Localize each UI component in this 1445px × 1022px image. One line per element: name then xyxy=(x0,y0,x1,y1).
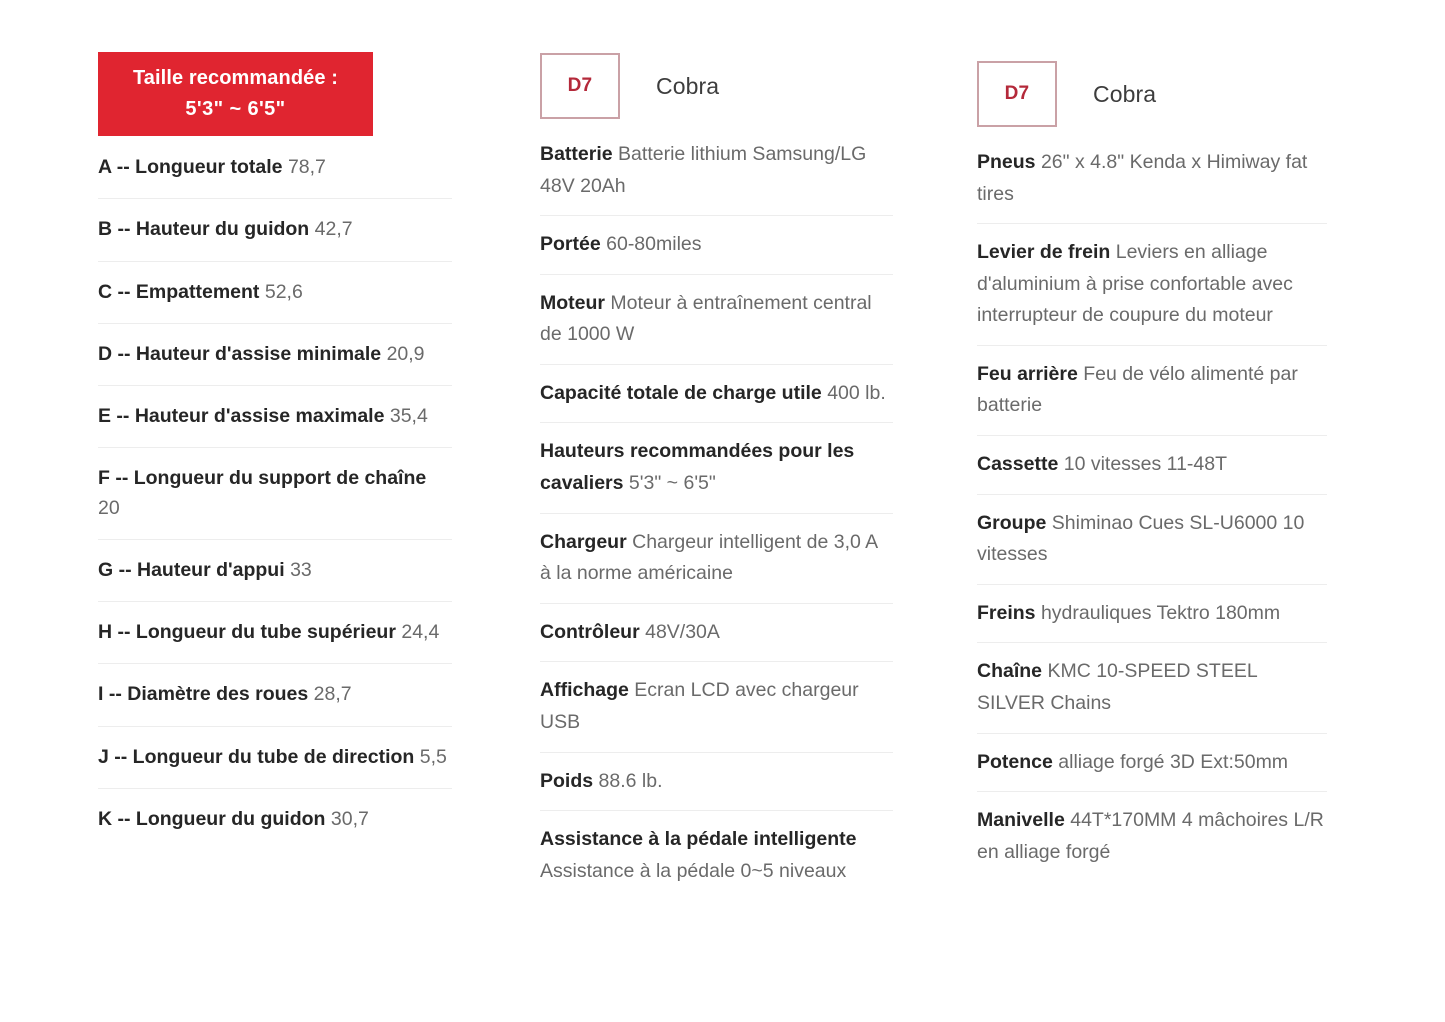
row-label: Chaîne xyxy=(977,660,1043,683)
row-label: Levier de frein xyxy=(977,241,1111,264)
row-value: alliage forgé 3D Ext:50mm xyxy=(1058,750,1289,773)
spec-list-b: Pneus 26" x 4.8" Kenda x Himiway fat tir… xyxy=(977,145,1327,881)
model-name: Cobra xyxy=(1093,80,1157,107)
table-row: Potence alliage forgé 3D Ext:50mm xyxy=(977,732,1327,792)
row-label: Groupe xyxy=(977,511,1047,534)
row-value: 10 vitesses 11-48T xyxy=(1063,453,1228,476)
model-badge-d7: D7 xyxy=(977,61,1057,127)
spec-column-b: D7 Cobra Pneus 26" x 4.8" Kenda x Himiwa… xyxy=(0,0,1327,881)
model-header-b: D7 Cobra xyxy=(977,61,1327,127)
spec-sheet-page: Taille recommandée : 5'3" ~ 6'5" A -- Lo… xyxy=(0,0,1445,1022)
table-row: Groupe Shiminao Cues SL-U6000 10 vitesse… xyxy=(977,493,1327,584)
row-label: Freins xyxy=(977,601,1036,624)
table-row: Feu arrière Feu de vélo alimenté par bat… xyxy=(977,344,1327,435)
table-row: Freins hydrauliques Tektro 180mm xyxy=(977,583,1327,643)
row-label: Manivelle xyxy=(977,809,1065,832)
spec-columns: Taille recommandée : 5'3" ~ 6'5" A -- Lo… xyxy=(0,0,1445,900)
table-row: Levier de frein Leviers en alliage d'alu… xyxy=(977,223,1327,345)
row-label: Feu arrière xyxy=(977,362,1078,385)
table-row: Manivelle 44T*170MM 4 mâchoires L/R en a… xyxy=(977,791,1327,881)
row-label: Potence xyxy=(977,750,1053,773)
table-row: Cassette 10 vitesses 11-48T xyxy=(977,435,1327,494)
table-row: Chaîne KMC 10-SPEED STEEL SILVER Chains xyxy=(977,642,1327,732)
row-label: Pneus xyxy=(977,151,1036,173)
row-value: hydrauliques Tektro 180mm xyxy=(1040,601,1281,624)
row-label: Cassette xyxy=(977,453,1059,476)
table-row: Pneus 26" x 4.8" Kenda x Himiway fat tir… xyxy=(977,145,1327,223)
